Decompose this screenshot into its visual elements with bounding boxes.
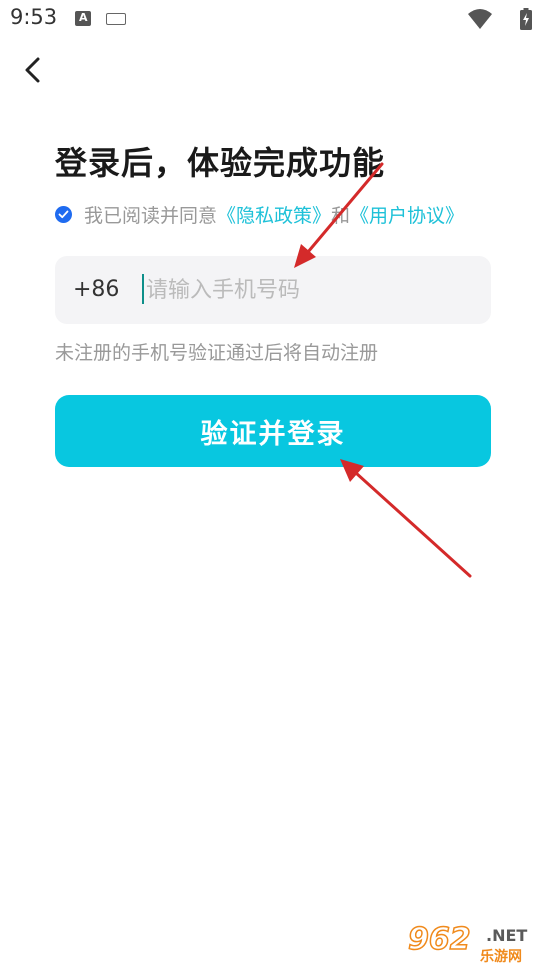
- watermark-number: 962: [407, 921, 471, 958]
- wifi-icon: [468, 9, 492, 29]
- check-icon: [58, 210, 69, 218]
- annotation-arrow-to-button: [340, 459, 472, 578]
- privacy-policy-link[interactable]: 《隐私政策》: [217, 201, 331, 228]
- registration-hint: 未注册的手机号验证通过后将自动注册: [55, 342, 379, 364]
- user-agreement-link[interactable]: 《用户协议》: [350, 201, 464, 228]
- status-time: 9:53: [10, 5, 58, 29]
- battery-charging-icon: [520, 8, 532, 30]
- agreement-row: 我已阅读并同意 《隐私政策》 和 《用户协议》: [55, 201, 464, 227]
- watermark-site: 乐游网: [480, 949, 522, 965]
- status-bar: 9:53 A: [0, 0, 545, 36]
- a-notification-icon: A: [75, 11, 91, 26]
- page-title: 登录后，体验完成功能: [55, 144, 386, 182]
- watermark-suffix: .NET: [486, 926, 528, 945]
- country-code[interactable]: +86: [73, 277, 119, 302]
- keyboard-icon: [106, 13, 126, 25]
- phone-number-input[interactable]: [143, 268, 476, 312]
- a-notification-letter: A: [79, 11, 88, 24]
- agreement-text: 我已阅读并同意: [84, 204, 218, 227]
- phone-input-box[interactable]: +86: [55, 256, 491, 324]
- verify-login-button[interactable]: 验证并登录: [55, 395, 491, 467]
- chevron-left-icon: [25, 57, 40, 83]
- back-button[interactable]: [17, 54, 49, 86]
- site-watermark: 962 .NET 乐游网: [402, 920, 540, 966]
- agreement-checkbox[interactable]: [55, 205, 72, 223]
- agreement-and-text: 和: [331, 204, 351, 227]
